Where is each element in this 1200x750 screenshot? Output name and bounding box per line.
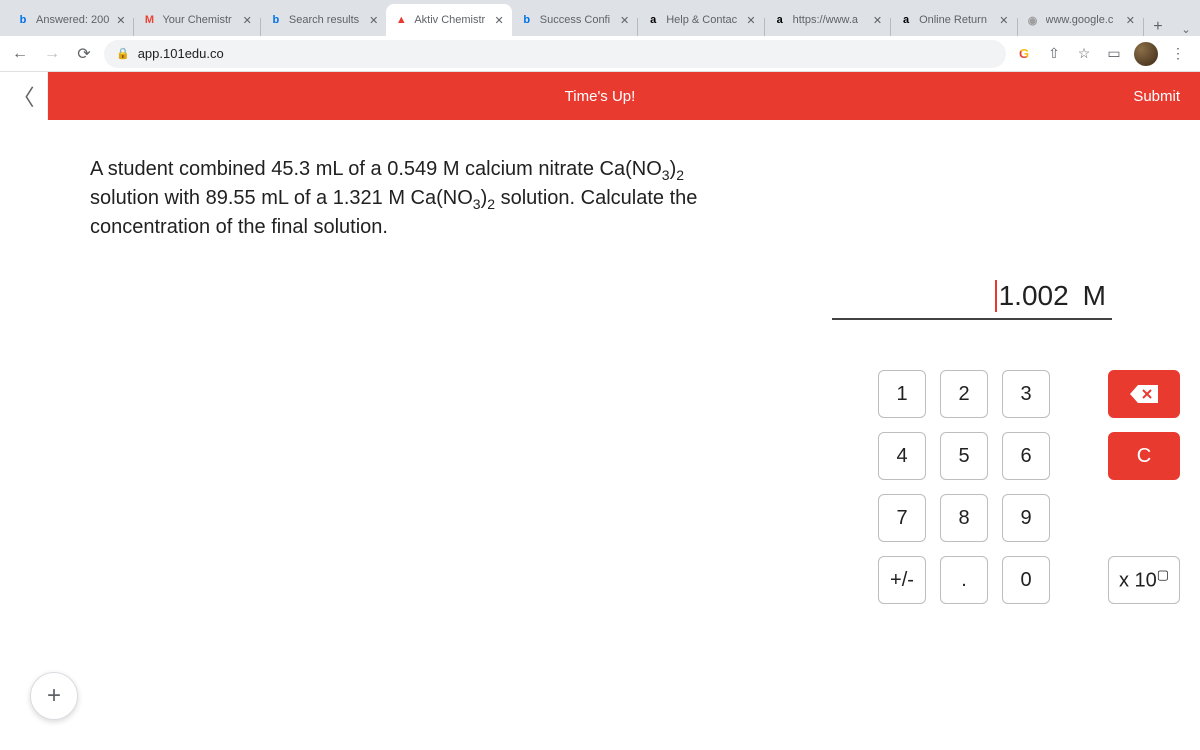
tab-5[interactable]: aHelp & Contac✕ xyxy=(638,4,763,36)
favicon: b xyxy=(269,13,283,27)
tab-7[interactable]: aOnline Return✕ xyxy=(891,4,1016,36)
favicon: ◉ xyxy=(1026,13,1040,27)
tab-8[interactable]: ◉www.google.c✕ xyxy=(1018,4,1143,36)
lock-icon: 🔒 xyxy=(116,47,130,60)
back-button[interactable]: 〈 xyxy=(0,72,48,120)
key-plus-minus[interactable]: +/- xyxy=(878,556,926,604)
close-icon[interactable]: ✕ xyxy=(873,14,882,27)
tab-overflow-button[interactable]: ⌄ xyxy=(1172,23,1200,36)
app-header: 〈 Time's Up! Submit xyxy=(0,72,1200,120)
backspace-icon xyxy=(1130,385,1158,403)
close-icon[interactable]: ✕ xyxy=(999,14,1008,27)
close-icon[interactable]: ✕ xyxy=(1126,14,1135,27)
share-icon[interactable]: ⇧ xyxy=(1044,44,1064,64)
close-icon[interactable]: ✕ xyxy=(369,14,378,27)
close-icon[interactable]: ✕ xyxy=(495,14,504,27)
key-0[interactable]: 0 xyxy=(1002,556,1050,604)
browser-toolbar: ← → ⟳ 🔒 app.101edu.co G ⇧ ☆ ▭ ⋮ xyxy=(0,36,1200,72)
profile-avatar[interactable] xyxy=(1134,42,1158,66)
answer-input[interactable]: 1.002 M xyxy=(832,280,1112,320)
close-icon[interactable]: ✕ xyxy=(243,14,252,27)
close-icon[interactable]: ✕ xyxy=(746,14,755,27)
tab-6[interactable]: ahttps://www.a✕ xyxy=(765,4,890,36)
key-1[interactable]: 1 xyxy=(878,370,926,418)
key-8[interactable]: 8 xyxy=(940,494,988,542)
tab-4[interactable]: bSuccess Confi✕ xyxy=(512,4,637,36)
new-tab-button[interactable]: + xyxy=(1144,18,1172,36)
window-icon[interactable]: ▭ xyxy=(1104,44,1124,64)
favicon: b xyxy=(520,13,534,27)
key-4[interactable]: 4 xyxy=(878,432,926,480)
key-9[interactable]: 9 xyxy=(1002,494,1050,542)
key-6[interactable]: 6 xyxy=(1002,432,1050,480)
favicon: ▲ xyxy=(394,13,408,27)
google-icon[interactable]: G xyxy=(1014,44,1034,64)
key-clear[interactable]: C xyxy=(1108,432,1180,480)
answer-value: 1.002 xyxy=(995,280,1069,312)
add-fab-button[interactable]: + xyxy=(30,672,78,720)
menu-icon[interactable]: ⋮ xyxy=(1168,44,1188,64)
nav-forward-button[interactable]: → xyxy=(40,42,64,66)
tab-0[interactable]: bAnswered: 200✕ xyxy=(8,4,133,36)
submit-button[interactable]: Submit xyxy=(1113,88,1200,105)
bookmark-icon[interactable]: ☆ xyxy=(1074,44,1094,64)
address-bar[interactable]: 🔒 app.101edu.co xyxy=(104,40,1006,68)
answer-unit: M xyxy=(1083,280,1106,312)
key-7[interactable]: 7 xyxy=(878,494,926,542)
favicon: a xyxy=(773,13,787,27)
key-exponent[interactable]: x 10▢ xyxy=(1108,556,1180,604)
key-3[interactable]: 3 xyxy=(1002,370,1050,418)
key-2[interactable]: 2 xyxy=(940,370,988,418)
nav-back-button[interactable]: ← xyxy=(8,42,32,66)
favicon: M xyxy=(142,13,156,27)
favicon: a xyxy=(646,13,660,27)
content-area: A student combined 45.3 mL of a 0.549 M … xyxy=(0,120,1200,750)
key-decimal[interactable]: . xyxy=(940,556,988,604)
question-text: A student combined 45.3 mL of a 0.549 M … xyxy=(90,156,730,241)
key-5[interactable]: 5 xyxy=(940,432,988,480)
tab-3-active[interactable]: ▲Aktiv Chemistr✕ xyxy=(386,4,511,36)
favicon: a xyxy=(899,13,913,27)
key-backspace[interactable] xyxy=(1108,370,1180,418)
browser-tab-strip: bAnswered: 200✕ MYour Chemistr✕ bSearch … xyxy=(0,0,1200,36)
tab-2[interactable]: bSearch results✕ xyxy=(261,4,386,36)
status-text: Time's Up! xyxy=(565,88,636,105)
nav-reload-button[interactable]: ⟳ xyxy=(72,42,96,66)
url-text: app.101edu.co xyxy=(138,46,224,61)
close-icon[interactable]: ✕ xyxy=(116,14,125,27)
tab-1[interactable]: MYour Chemistr✕ xyxy=(134,4,259,36)
close-icon[interactable]: ✕ xyxy=(620,14,629,27)
favicon: b xyxy=(16,13,30,27)
keypad: 1 2 3 4 5 6 C 7 8 9 +/- . 0 x 10▢ xyxy=(878,370,1180,604)
